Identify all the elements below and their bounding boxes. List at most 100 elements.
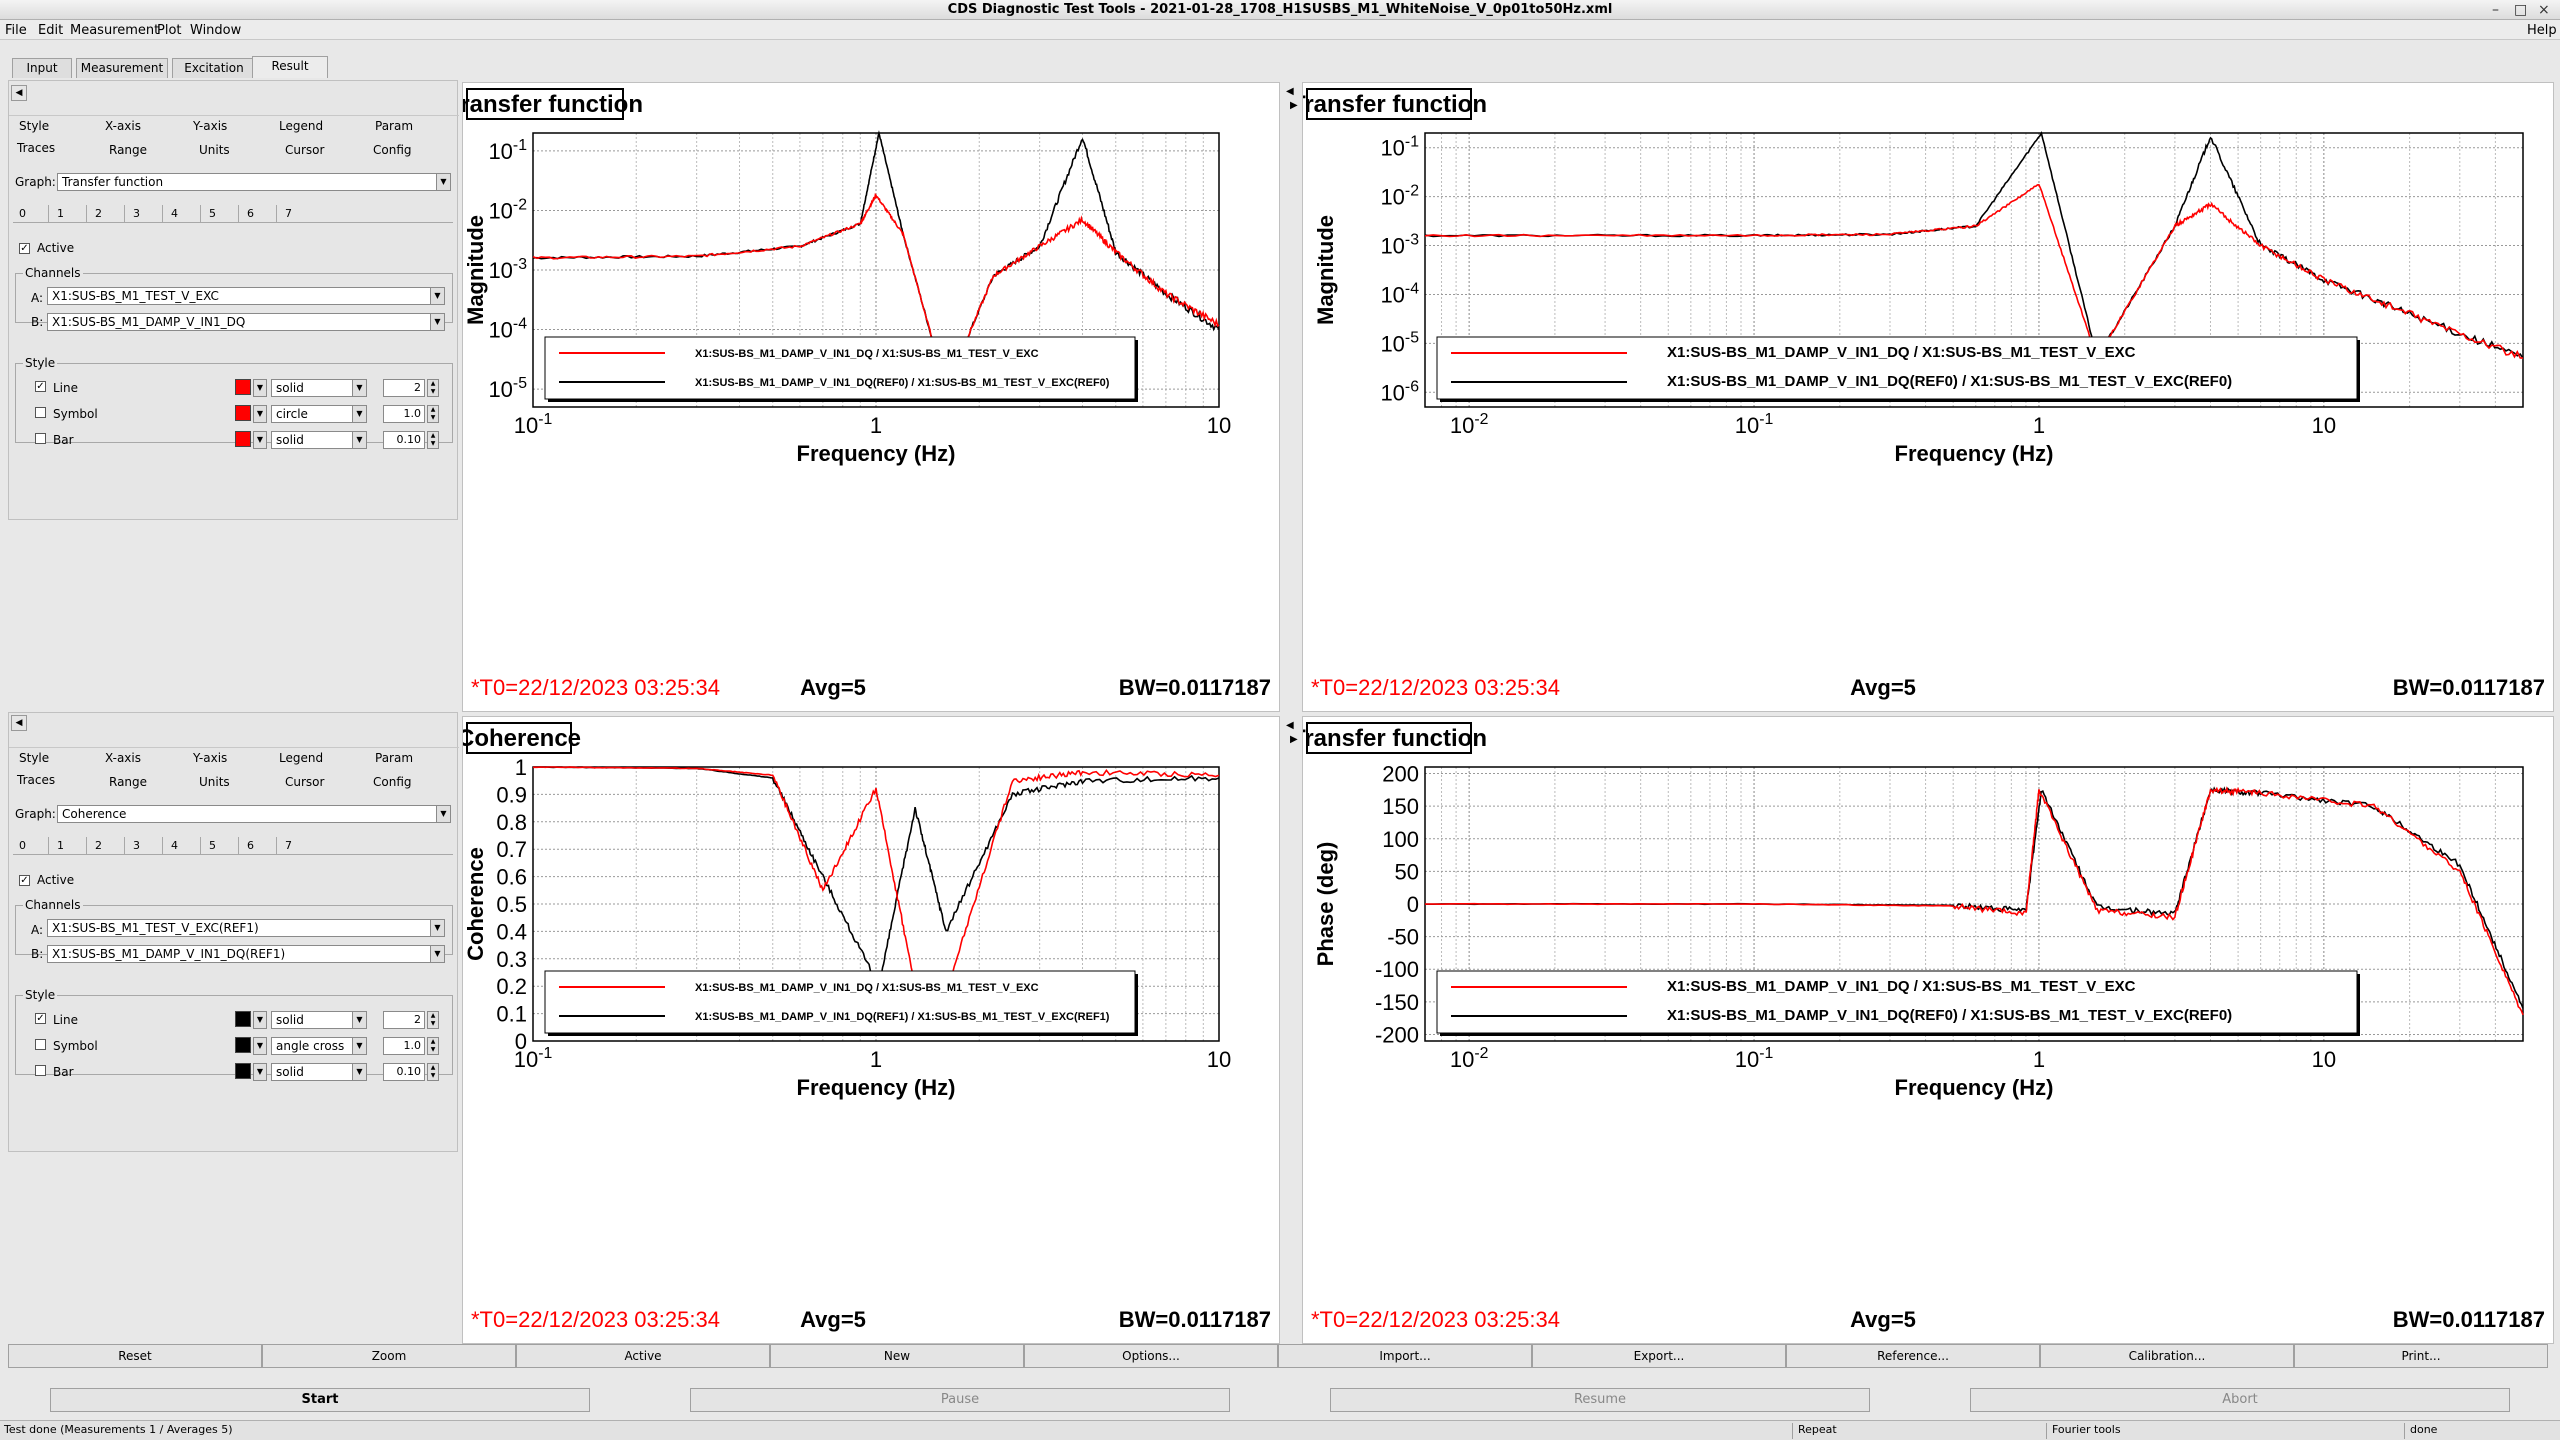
plot-panel-top-left[interactable]: Transfer function 10-5 10-4 10-3 10-2 10-1 10-… (462, 82, 1280, 712)
tab-range[interactable]: Range (109, 143, 147, 157)
symbol-style-select[interactable]: angle cross ▼ (271, 1037, 367, 1055)
trace-tab-6[interactable]: 6 (241, 205, 277, 223)
collapse-left-icon[interactable]: ◀ (11, 85, 27, 101)
tab-legend[interactable]: Legend (279, 119, 323, 133)
chevron-down-icon[interactable]: ▼ (253, 431, 267, 449)
line-color-swatch[interactable] (235, 379, 251, 395)
tab-y-axis[interactable]: Y-axis (193, 751, 227, 765)
coherence-plot[interactable]: Coherence00.10.20.30.40.50.60.70.80.9110… (463, 717, 1281, 1345)
tab-traces[interactable]: Traces (17, 773, 55, 787)
tab-input[interactable]: Input (12, 58, 72, 78)
import-button[interactable]: Import... (1278, 1344, 1532, 1368)
symbol-style-select[interactable]: circle ▼ (271, 405, 367, 423)
tab-style[interactable]: Style (19, 119, 49, 133)
tab-style[interactable]: Style (19, 751, 49, 765)
chevron-down-icon[interactable]: ▼ (253, 405, 267, 423)
trace-tab-3[interactable]: 3 (127, 837, 163, 855)
phase-plot[interactable]: Transfer function -200 -150 -100 -50 0 50 100 15… (1303, 717, 2555, 1345)
spinner-arrows-icon[interactable]: ▲ ▼ (427, 1011, 439, 1029)
bar-checkbox[interactable] (35, 433, 46, 444)
bar-width-spinner[interactable]: 0.10 (383, 431, 425, 449)
abort-button[interactable]: Abort (1970, 1388, 2510, 1412)
tab-param[interactable]: Param (375, 119, 413, 133)
bar-style-select[interactable]: solid ▼ (271, 1063, 367, 1081)
tab-traces[interactable]: Traces (17, 141, 55, 155)
pause-button[interactable]: Pause (690, 1388, 1230, 1412)
collapse-left-icon[interactable]: ◀ (11, 715, 27, 731)
trace-tab-2[interactable]: 2 (89, 205, 125, 223)
graph-select[interactable]: Coherence ▼ (57, 805, 451, 823)
plot-panel-bottom-left[interactable]: Coherence 0 0.1 0.2 0.3 0.4 0.5 0.6 0.7 0.8 0.9 1 10… (462, 716, 1280, 1344)
menu-file[interactable]: File (5, 23, 27, 38)
symbol-size-spinner[interactable]: 1.0 (383, 405, 425, 423)
spinner-arrows-icon[interactable]: ▲ ▼ (427, 379, 439, 397)
plot-panel-top-right[interactable]: Transfer function 10-6 10-5 10-4 10-3 10-2 10-… (1302, 82, 2554, 712)
bar-width-spinner[interactable]: 0.10 (383, 1063, 425, 1081)
trace-tab-5[interactable]: 5 (203, 205, 239, 223)
channel-a-select[interactable]: X1:SUS-BS_M1_TEST_V_EXC ▼ (47, 287, 445, 305)
active-checkbox[interactable]: ✓ (19, 243, 30, 254)
close-icon[interactable]: × (2538, 0, 2550, 20)
trace-tab-7[interactable]: 7 (279, 205, 315, 223)
tab-x-axis[interactable]: X-axis (105, 119, 141, 133)
line-checkbox[interactable]: ✓ (35, 1013, 46, 1024)
symbol-checkbox[interactable] (35, 407, 46, 418)
channel-a-select[interactable]: X1:SUS-BS_M1_TEST_V_EXC(REF1) ▼ (47, 919, 445, 937)
line-style-select[interactable]: solid ▼ (271, 379, 367, 397)
bar-checkbox[interactable] (35, 1065, 46, 1076)
line-width-spinner[interactable]: 2 (383, 379, 425, 397)
bar-color-swatch[interactable] (235, 1063, 251, 1079)
splitter-left-icon[interactable]: ◀ (1286, 720, 1294, 731)
tab-cursor[interactable]: Cursor (285, 775, 324, 789)
tab-x-axis[interactable]: X-axis (105, 751, 141, 765)
menu-help[interactable]: Help (2527, 23, 2557, 38)
splitter-right-icon[interactable]: ▶ (1290, 734, 1298, 745)
chevron-down-icon[interactable]: ▼ (253, 1063, 267, 1081)
chevron-down-icon[interactable]: ▼ (253, 1037, 267, 1055)
trace-tab-6[interactable]: 6 (241, 837, 277, 855)
tab-param[interactable]: Param (375, 751, 413, 765)
bar-color-swatch[interactable] (235, 431, 251, 447)
reference-button[interactable]: Reference... (1786, 1344, 2040, 1368)
tab-config[interactable]: Config (373, 143, 412, 157)
channel-b-select[interactable]: X1:SUS-BS_M1_DAMP_V_IN1_DQ ▼ (47, 313, 445, 331)
bar-style-select[interactable]: solid ▼ (271, 431, 367, 449)
symbol-checkbox[interactable] (35, 1039, 46, 1050)
minimize-icon[interactable]: – (2492, 0, 2499, 20)
trace-tab-4[interactable]: 4 (165, 837, 201, 855)
trace-tab-1[interactable]: 1 (51, 837, 87, 855)
tab-measurement[interactable]: Measurement (76, 58, 168, 78)
resume-button[interactable]: Resume (1330, 1388, 1870, 1412)
menu-measurement[interactable]: Measurement (70, 23, 159, 38)
spinner-arrows-icon[interactable]: ▲ ▼ (427, 405, 439, 423)
line-checkbox[interactable]: ✓ (35, 381, 46, 392)
line-style-select[interactable]: solid ▼ (271, 1011, 367, 1029)
menu-window[interactable]: Window (190, 23, 241, 38)
trace-tab-3[interactable]: 3 (127, 205, 163, 223)
tab-config[interactable]: Config (373, 775, 412, 789)
chevron-down-icon[interactable]: ▼ (253, 1011, 267, 1029)
tab-excitation[interactable]: Excitation (172, 58, 256, 78)
splitter-left-icon[interactable]: ◀ (1286, 86, 1294, 97)
maximize-icon[interactable]: □ (2514, 0, 2527, 20)
graph-select[interactable]: Transfer function ▼ (57, 173, 451, 191)
export-button[interactable]: Export... (1532, 1344, 1786, 1368)
tab-units[interactable]: Units (199, 775, 230, 789)
trace-tab-2[interactable]: 2 (89, 837, 125, 855)
trace-tab-7[interactable]: 7 (279, 837, 315, 855)
trace-tab-0[interactable]: 0 (13, 837, 49, 855)
trace-tab-0[interactable]: 0 (13, 205, 49, 223)
channel-b-select[interactable]: X1:SUS-BS_M1_DAMP_V_IN1_DQ(REF1) ▼ (47, 945, 445, 963)
print-button[interactable]: Print... (2294, 1344, 2548, 1368)
tab-y-axis[interactable]: Y-axis (193, 119, 227, 133)
calibration-button[interactable]: Calibration... (2040, 1344, 2294, 1368)
trace-tab-5[interactable]: 5 (203, 837, 239, 855)
magnitude-plot-wide[interactable]: Transfer function 10-6 10-5 10-4 10-3 10-2 10-… (1303, 83, 2555, 713)
tab-units[interactable]: Units (199, 143, 230, 157)
menu-plot[interactable]: Plot (157, 23, 182, 38)
options-button[interactable]: Options... (1024, 1344, 1278, 1368)
tab-result[interactable]: Result (252, 56, 328, 78)
tab-legend[interactable]: Legend (279, 751, 323, 765)
active-button[interactable]: Active (516, 1344, 770, 1368)
spinner-arrows-icon[interactable]: ▲ ▼ (427, 431, 439, 449)
